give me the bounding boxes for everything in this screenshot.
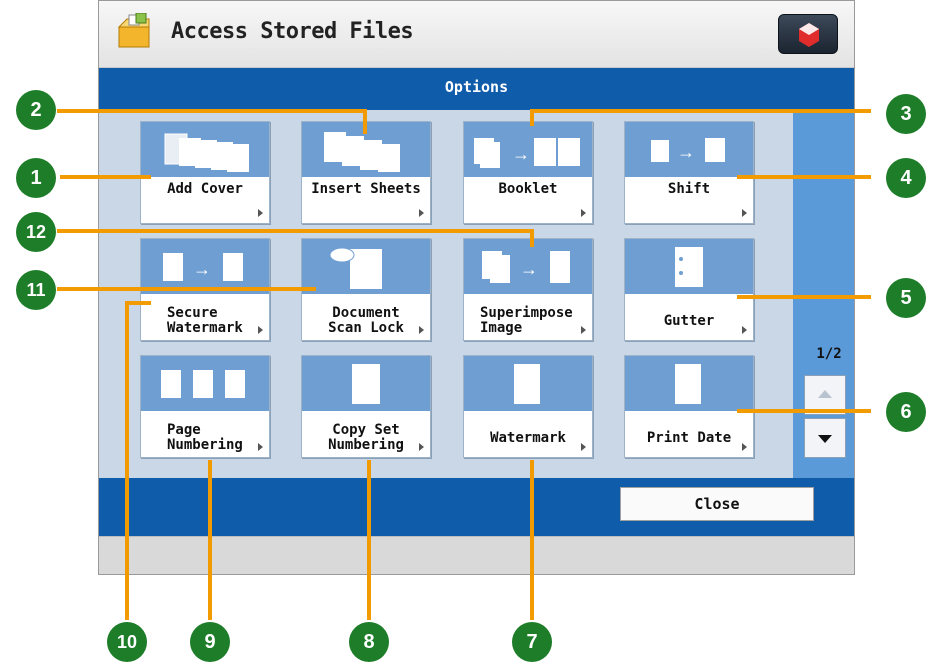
callout-11: 11	[16, 270, 56, 310]
callout-10: 10	[107, 622, 147, 662]
callout-5: 5	[886, 278, 926, 318]
callout-3: 3	[886, 94, 926, 134]
callout-4: 4	[886, 158, 926, 198]
callout-7: 7	[512, 622, 552, 662]
callout-9: 9	[190, 622, 230, 662]
callout-12: 12	[16, 212, 56, 252]
callout-leaders	[57, 109, 871, 620]
callout-8: 8	[349, 622, 389, 662]
callout-6: 6	[886, 392, 926, 432]
callout-1: 1	[16, 158, 56, 198]
callout-2: 2	[16, 90, 56, 130]
